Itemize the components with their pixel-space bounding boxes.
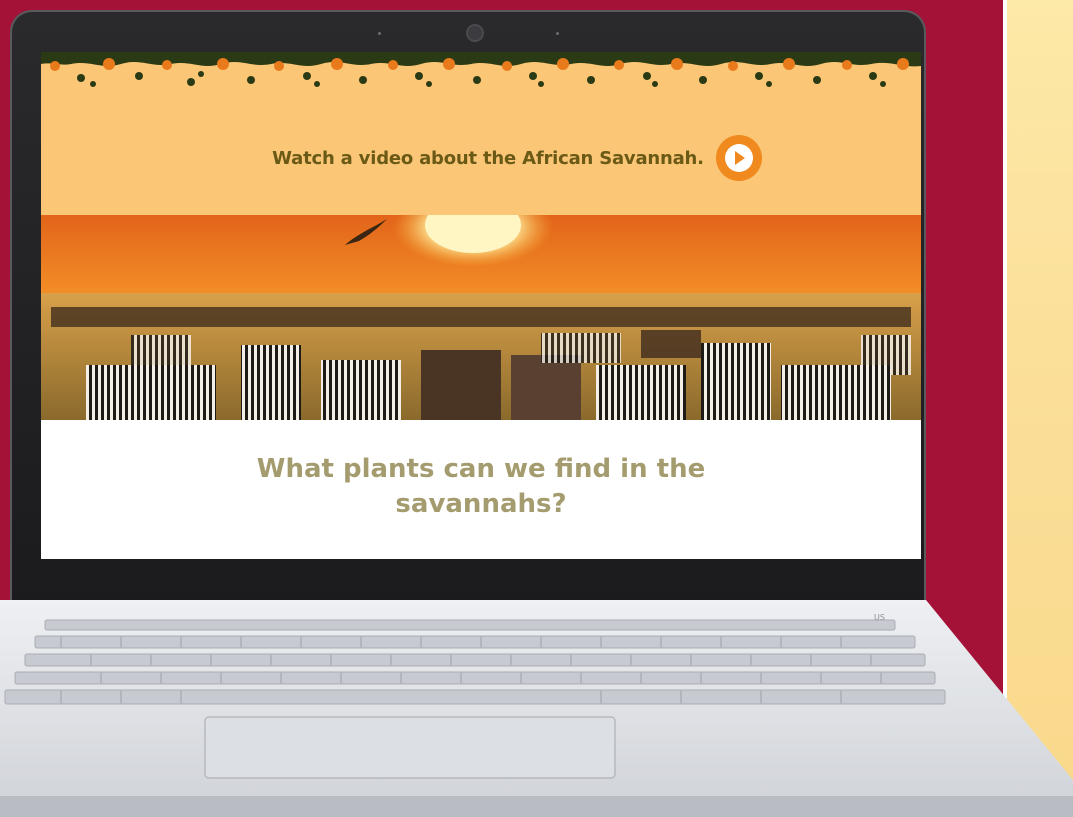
laptop-base: US	[0, 600, 1073, 817]
video-link-label[interactable]: Watch a video about the African Savannah…	[272, 148, 704, 169]
touchpad	[204, 716, 616, 779]
keyboard-locale-label: US	[874, 613, 885, 622]
heading-line-1: What plants can we find in the	[256, 454, 706, 484]
play-button[interactable]	[715, 135, 762, 181]
sensor-dot	[378, 32, 381, 35]
laptop-screen: Watch a video about the African Savannah…	[41, 52, 921, 559]
page-heading: What plants can we find in the savannahs…	[41, 452, 921, 522]
watch-video-link[interactable]: Watch a video about the African Savannah…	[41, 135, 921, 181]
leopard-print-border	[41, 52, 921, 96]
webcam-icon	[468, 26, 482, 40]
savannah-hero-image	[41, 215, 921, 420]
heading-line-2: savannahs?	[395, 489, 567, 519]
video-banner: Watch a video about the African Savannah…	[41, 52, 921, 215]
laptop-lid: Watch a video about the African Savannah…	[10, 10, 926, 610]
play-circle-icon	[724, 144, 753, 172]
sensor-dot	[556, 32, 559, 35]
savannah-zebra-photo	[41, 215, 921, 420]
